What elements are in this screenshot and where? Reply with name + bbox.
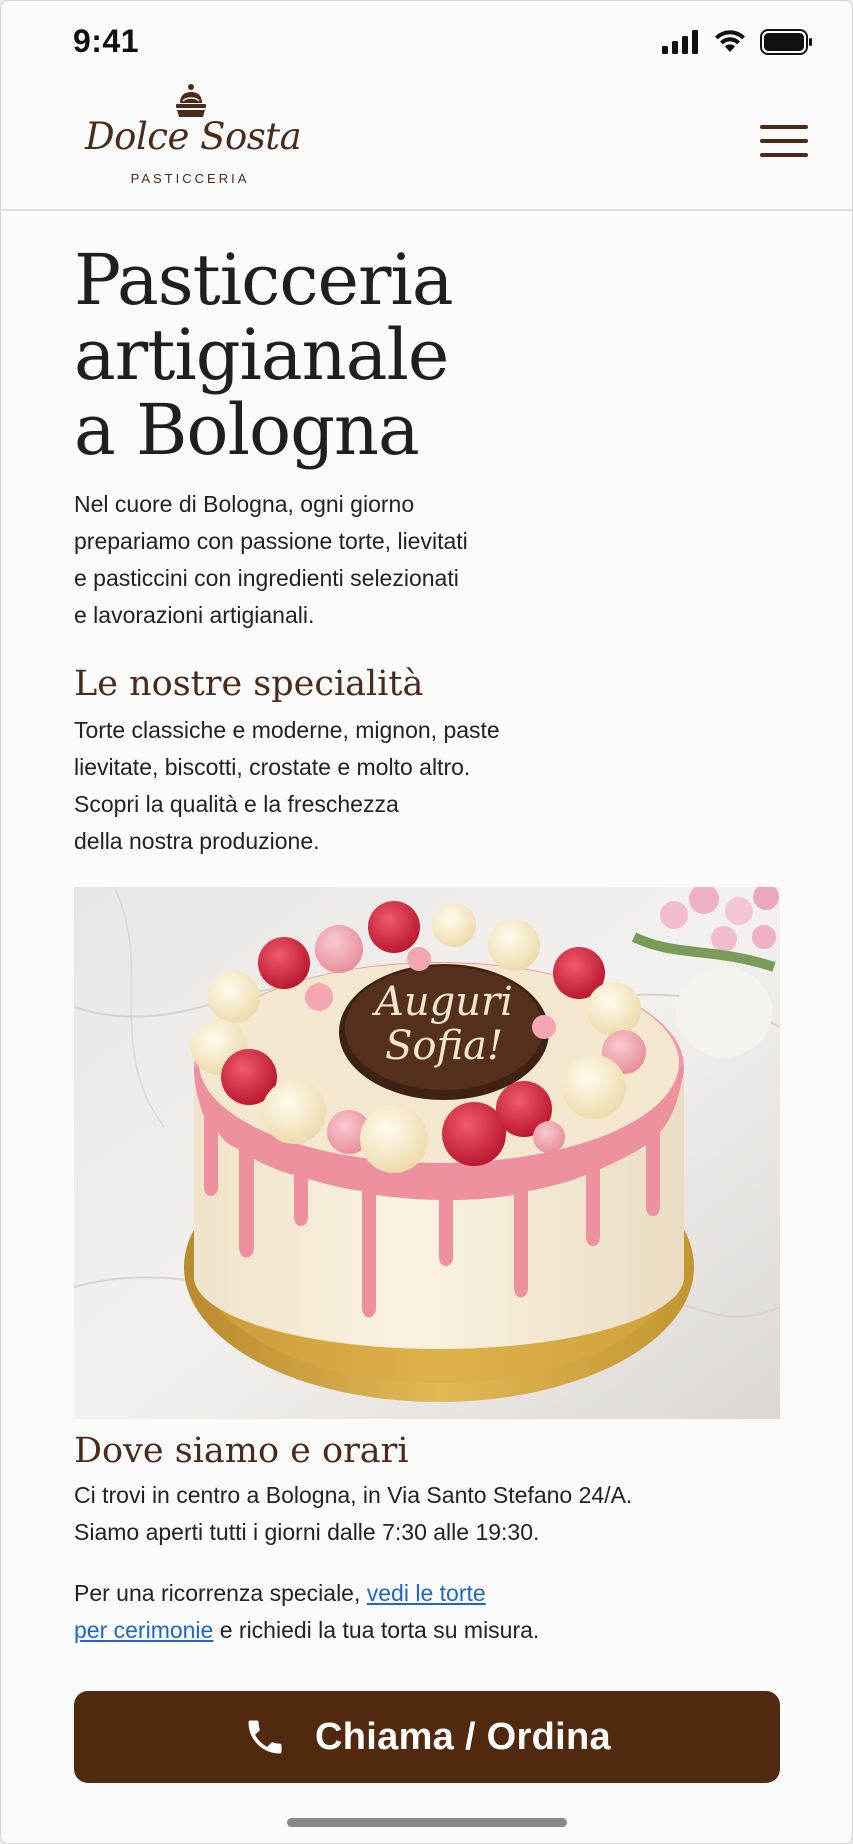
location-text: Ci trovi in centro a Bologna, in Via San… bbox=[74, 1482, 633, 1545]
specialties-text: Torte classiche e moderne, mignon, paste… bbox=[74, 717, 500, 854]
logo-name: Dolce Sosta bbox=[85, 115, 302, 158]
signal-icon bbox=[662, 30, 698, 54]
phone-screen: 9:41 Dolce Sosta PASTICCERIA Pasticceria… bbox=[0, 0, 853, 1844]
page-title: Pasticceria artigianale a Bologna bbox=[74, 239, 454, 471]
menu-line bbox=[760, 139, 808, 143]
location-title: Dove siamo e orari bbox=[74, 1431, 409, 1471]
intro-text: Nel cuore di Bologna, ogni giorno prepar… bbox=[74, 491, 468, 628]
plaque-text-2: Sofia! bbox=[385, 1023, 503, 1069]
logo[interactable]: Dolce Sosta PASTICCERIA bbox=[85, 81, 302, 191]
logo-subtitle: PASTICCERIA bbox=[130, 171, 250, 186]
plaque-text-1: Auguri bbox=[371, 979, 513, 1025]
status-time: 9:41 bbox=[73, 23, 140, 59]
cerimonie-link[interactable]: vedi le torte bbox=[367, 1580, 486, 1606]
location-section: Dove siamo e orari Ci trovi in centro a … bbox=[74, 1429, 794, 1649]
cake-photo: Auguri Sofia! bbox=[74, 887, 780, 1419]
cerimonie-link-2[interactable]: per cerimonie bbox=[74, 1617, 213, 1643]
menu-line bbox=[760, 125, 808, 129]
wifi-icon bbox=[715, 30, 745, 52]
status-icons bbox=[662, 29, 814, 55]
hamburger-menu-icon[interactable] bbox=[760, 123, 810, 161]
phone-icon bbox=[248, 1720, 282, 1754]
occasion-text-before: Per una ricorrenza speciale, bbox=[74, 1580, 367, 1606]
status-bar: 9:41 bbox=[1, 1, 852, 81]
call-order-label: Chiama / Ordina bbox=[315, 1715, 611, 1758]
battery-icon bbox=[760, 29, 812, 55]
main-content: Pasticceria artigianale a Bologna Nel cu… bbox=[74, 211, 780, 860]
menu-line bbox=[760, 153, 808, 157]
site-header: Dolce Sosta PASTICCERIA bbox=[1, 81, 852, 211]
cake-illustration: Auguri Sofia! bbox=[74, 887, 780, 1419]
occasion-text-after: e richiedi la tua torta su misura. bbox=[213, 1617, 540, 1643]
specialties-title: Le nostre specialità bbox=[74, 664, 424, 704]
call-order-button[interactable]: Chiama / Ordina bbox=[74, 1691, 780, 1783]
occasion-text: Per una ricorrenza speciale, vedi le tor… bbox=[74, 1575, 794, 1649]
home-indicator[interactable] bbox=[287, 1818, 567, 1827]
